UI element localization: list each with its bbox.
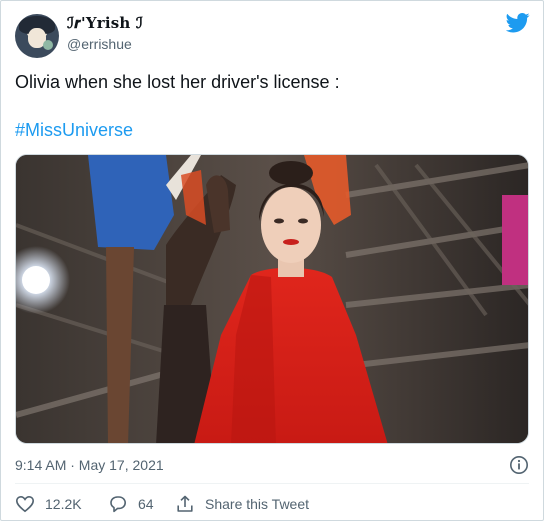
twitter-bird-icon[interactable] xyxy=(506,13,530,33)
avatar[interactable] xyxy=(15,14,59,58)
heart-icon xyxy=(15,495,35,513)
share-upload-icon xyxy=(177,495,193,512)
reply-bubble-icon xyxy=(110,496,126,513)
reply-button[interactable]: 64 xyxy=(108,494,154,514)
info-icon[interactable] xyxy=(509,455,529,475)
tweet-timestamp[interactable]: 9:14 AM · May 17, 2021 xyxy=(15,457,164,473)
share-button[interactable]: Share this Tweet xyxy=(175,494,309,514)
tweet-embed-card: ℐ𝒓'Yrish ℐ @errishue Olivia when she los… xyxy=(0,0,544,521)
share-label: Share this Tweet xyxy=(205,496,310,512)
user-handle[interactable]: @errishue xyxy=(67,36,132,52)
tweet-media-image[interactable] xyxy=(15,154,529,444)
tweet-text: Olivia when she lost her driver's licens… xyxy=(15,72,340,92)
like-count: 12.2K xyxy=(45,496,82,512)
reply-count: 64 xyxy=(138,496,154,512)
media-scene xyxy=(16,155,528,443)
divider xyxy=(15,483,529,484)
like-button[interactable]: 12.2K xyxy=(15,494,82,514)
hashtag-link[interactable]: #MissUniverse xyxy=(15,120,133,141)
display-name[interactable]: ℐ𝒓'Yrish ℐ xyxy=(67,14,143,32)
avatar-accessory xyxy=(43,40,53,50)
